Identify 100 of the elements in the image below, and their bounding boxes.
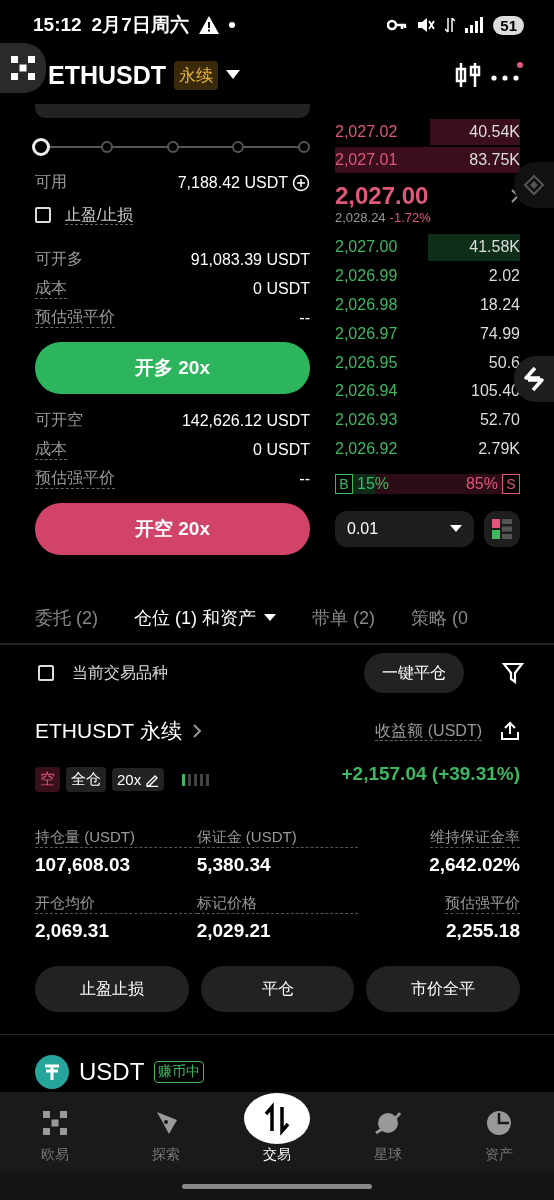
amount-slider[interactable] [35,138,310,156]
bid-price: 2,027.00 [335,238,398,257]
field-value: -- [299,469,310,488]
ask-size: 83.75K [469,151,520,169]
dot-icon [228,22,235,28]
tab[interactable]: 仓位 (1) 和资产 [134,606,276,630]
bid-price: 2,026.99 [335,267,398,286]
stat-label: 维持保证金率 [430,828,520,848]
available-value: 7,188.42 USDT [177,173,288,192]
ask-price: 2,027.02 [335,123,398,141]
signal-icon [465,17,484,33]
bid-size: 50.6 [488,353,520,372]
order-book-layout-icon[interactable] [484,511,520,548]
symbol-title[interactable]: ETHUSDT [48,60,167,90]
bid-size: 52.70 [479,411,520,430]
network-arrows-icon [445,16,456,34]
field-value: 0 USDT [253,279,310,298]
slider-stop[interactable] [232,141,245,153]
stat-label: 持仓量 (USDT) [35,828,197,848]
key-icon [387,19,408,31]
status-time: 15:12 [33,14,82,36]
slider-stop[interactable] [100,141,113,153]
field-label: 预估强平价 [35,307,115,328]
position-title[interactable]: ETHUSDT 永续 [35,717,182,745]
chevron-right-icon[interactable] [191,723,202,739]
current-symbol-label: 当前交易品种 [72,662,168,683]
gesture-bar[interactable] [182,1183,372,1189]
stat-label: 开仓均价 [35,894,197,914]
leverage-tag[interactable]: 20x [112,768,165,791]
nav-item[interactable]: 探索 [110,1092,222,1172]
asset-name: USDT [79,1058,145,1086]
stat-value: 2,255.18 [446,920,520,942]
filter-icon[interactable] [502,662,524,684]
tab[interactable]: 委托 (2) [35,606,98,630]
field-value: 142,626.12 USDT [181,411,310,430]
position-action-button[interactable]: 平仓 [200,966,355,1012]
slider-stop[interactable] [166,141,179,153]
field-value: 91,083.39 USDT [190,250,310,269]
caret-icon[interactable] [226,70,241,80]
nav-item[interactable]: 星球 [332,1092,444,1172]
stat-label: 标记价格 [196,894,359,914]
bid-size: 74.99 [479,324,520,343]
bid-price: 2,026.97 [335,324,398,343]
slider-thumb[interactable] [32,138,50,156]
caret-icon [264,614,276,622]
bid-price: 2,026.94 [335,382,398,401]
side-tag: 空 [35,767,60,792]
ask-price: 2,027.01 [335,151,398,169]
bid-price: 2,026.92 [335,439,398,458]
open-short-button[interactable]: 开空 20x [35,503,310,555]
last-price: 2,027.00 [335,182,429,210]
pnl-value: +2,157.04 (+39.31%) [341,762,520,785]
earning-badge: 赚币中 [154,1061,205,1083]
plus-circle-icon[interactable] [292,173,310,192]
nav-item[interactable]: 交易 [221,1092,333,1172]
candlestick-icon[interactable] [454,61,482,89]
checkbox[interactable] [35,207,51,223]
stat-label: 保证金 (USDT) [196,828,359,848]
stat-value: 2,642.02% [429,854,520,876]
checkbox[interactable] [38,665,54,681]
field-label: 成本 [35,439,67,460]
available-label: 可用 [35,172,67,192]
field-value: -- [299,308,310,327]
margin-mode-tag: 全仓 [66,767,106,792]
tab[interactable]: 带单 (2) [312,606,375,630]
bid-size: 2.02 [488,267,520,286]
share-icon[interactable] [500,721,520,741]
field-label: 可开空 [35,410,83,430]
status-date: 2月7日周六 [91,13,189,37]
slider-stop[interactable] [298,141,310,153]
field-label: 预估强平价 [35,468,115,489]
caret-icon [450,525,462,534]
pnl-label: 收益额 (USDT) [375,720,482,742]
sell-label: S [502,474,520,495]
close-all-button[interactable]: 一键平仓 [364,653,464,693]
grid-logo-icon [10,55,36,81]
coin-icon [35,1055,69,1089]
bid-price: 2,026.98 [335,296,398,314]
diamond-icon [523,174,545,196]
floating-logo-button[interactable] [0,43,46,93]
position-action-button[interactable]: 市价全平 [366,966,520,1012]
field-label: 可开多 [35,249,83,269]
nav-item[interactable]: 资产 [443,1092,554,1172]
field-value: 0 USDT [253,440,310,459]
stat-value: 5,380.34 [196,854,272,876]
buy-percent: 15% [357,475,390,494]
nav-item[interactable]: 欧易 [0,1092,111,1172]
bid-price: 2,026.95 [335,353,398,372]
battery-level: 51 [493,15,524,35]
position-action-button[interactable]: 止盈止损 [35,966,189,1012]
tick-size-dropdown[interactable]: 0.01 [335,511,474,548]
tab[interactable]: 策略 (0 [411,606,469,630]
buy-label: B [335,474,353,495]
adl-indicator-icon [182,773,211,786]
bid-size: 18.24 [479,296,520,314]
stat-value: 2,029.21 [196,920,272,942]
mute-icon [417,17,436,33]
ask-size: 40.54K [469,123,520,141]
mark-price: 2,028.24 [335,210,386,225]
bid-size: 41.58K [469,238,520,257]
